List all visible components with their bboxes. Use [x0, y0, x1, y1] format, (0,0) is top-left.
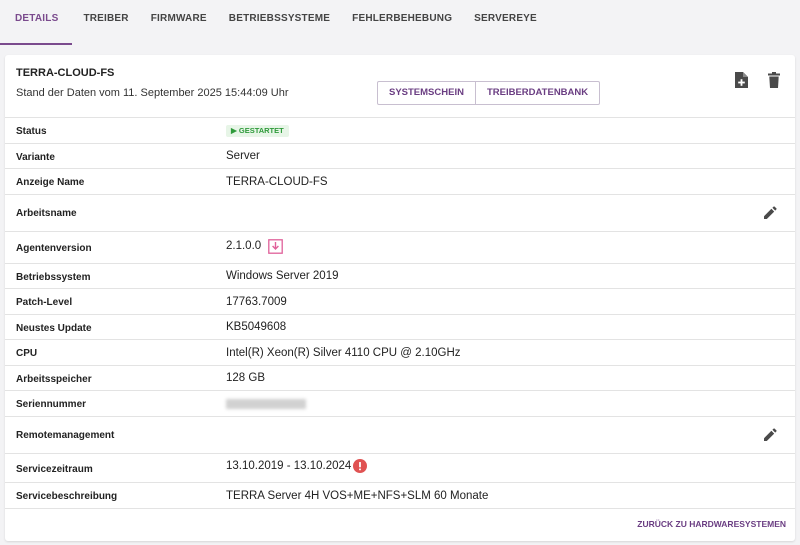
row-servicezeitraum: Servicezeitraum 13.10.2019 - 13.10.2024	[5, 454, 795, 483]
label-seriennummer: Seriennummer	[16, 399, 87, 410]
label-cpu: CPU	[16, 348, 38, 359]
tab-firmware[interactable]: Firmware	[140, 0, 218, 45]
alert-icon	[353, 459, 367, 473]
status-badge: ▶ Gestartet	[226, 125, 289, 137]
value-servicezeitraum: 13.10.2019 - 13.10.2024	[226, 460, 352, 472]
value-agentenversion: 2.1.0.0	[226, 240, 262, 252]
label-status: Status	[16, 126, 47, 137]
edit-pencil-icon[interactable]	[763, 206, 777, 220]
row-variante: Variante Server	[5, 144, 795, 169]
tab-bar: Details Treiber Firmware Betriebssysteme…	[0, 0, 800, 45]
value-patch-level: 17763.7009	[226, 296, 287, 308]
details-card: TERRA-CLOUD-FS Stand der Daten vom 11. S…	[5, 55, 795, 541]
row-neustes-update: Neustes Update KB5049608	[5, 315, 795, 340]
row-betriebssystem: Betriebssystem Windows Server 2019	[5, 264, 795, 289]
row-arbeitsname: Arbeitsname	[5, 195, 795, 232]
edit-pencil-icon[interactable]	[763, 428, 777, 442]
value-betriebssystem: Windows Server 2019	[226, 270, 339, 282]
value-arbeitsspeicher: 128 GB	[226, 372, 265, 384]
label-neustes-update: Neustes Update	[16, 323, 92, 334]
label-anzeige-name: Anzeige Name	[16, 177, 85, 188]
back-to-hardware-systems-link[interactable]: Zurück zu Hardwaresystemen	[637, 519, 786, 529]
delete-icon[interactable]	[767, 72, 781, 88]
value-servicebeschreibung: TERRA Server 4H VOS+ME+NFS+SLM 60 Monate	[226, 490, 489, 502]
download-icon[interactable]	[268, 239, 283, 254]
tab-treiber[interactable]: Treiber	[72, 0, 139, 45]
row-patch-level: Patch-Level 17763.7009	[5, 289, 795, 315]
card-header: TERRA-CLOUD-FS Stand der Daten vom 11. S…	[5, 55, 795, 118]
value-cpu: Intel(R) Xeon(R) Silver 4110 CPU @ 2.10G…	[226, 347, 461, 359]
value-anzeige-name: TERRA-CLOUD-FS	[226, 176, 328, 188]
serial-number-redacted	[226, 399, 306, 409]
row-cpu: CPU Intel(R) Xeon(R) Silver 4110 CPU @ 2…	[5, 340, 795, 366]
row-anzeige-name: Anzeige Name TERRA-CLOUD-FS	[5, 169, 795, 195]
label-patch-level: Patch-Level	[16, 297, 73, 308]
label-servicebeschreibung: Servicebeschreibung	[16, 491, 118, 502]
tab-fehlerbehebung[interactable]: Fehlerbehebung	[341, 0, 463, 45]
systemschein-button[interactable]: Systemschein	[378, 82, 475, 104]
row-remotemanagement: Remotemanagement	[5, 417, 795, 454]
label-variante: Variante	[16, 152, 55, 163]
label-betriebssystem: Betriebssystem	[16, 272, 91, 283]
row-agentenversion: Agentenversion 2.1.0.0	[5, 232, 795, 264]
label-remotemanagement: Remotemanagement	[16, 430, 115, 441]
row-servicebeschreibung: Servicebeschreibung TERRA Server 4H VOS+…	[5, 483, 795, 509]
data-timestamp: Stand der Daten vom 11. September 2025 1…	[16, 87, 289, 99]
tab-servereye[interactable]: Servereye	[463, 0, 548, 45]
header-button-group: Systemschein Treiberdatenbank	[377, 81, 601, 105]
treiberdatenbank-button[interactable]: Treiberdatenbank	[474, 82, 599, 104]
status-badge-text: Gestartet	[238, 126, 284, 135]
tab-details[interactable]: Details	[0, 0, 73, 45]
label-arbeitsname: Arbeitsname	[16, 208, 77, 219]
label-agentenversion: Agentenversion	[16, 243, 92, 254]
value-variante: Server	[226, 150, 260, 162]
row-arbeitsspeicher: Arbeitsspeicher 128 GB	[5, 366, 795, 391]
tab-betriebssysteme[interactable]: Betriebssysteme	[218, 0, 341, 45]
label-servicezeitraum: Servicezeitraum	[16, 464, 93, 475]
row-seriennummer: Seriennummer	[5, 391, 795, 417]
add-document-icon[interactable]	[734, 72, 748, 88]
label-arbeitsspeicher: Arbeitsspeicher	[16, 374, 92, 385]
play-icon: ▶	[231, 126, 239, 135]
row-status: Status ▶ Gestartet	[5, 118, 795, 144]
page-title: TERRA-CLOUD-FS	[16, 67, 115, 79]
value-neustes-update: KB5049608	[226, 321, 287, 333]
